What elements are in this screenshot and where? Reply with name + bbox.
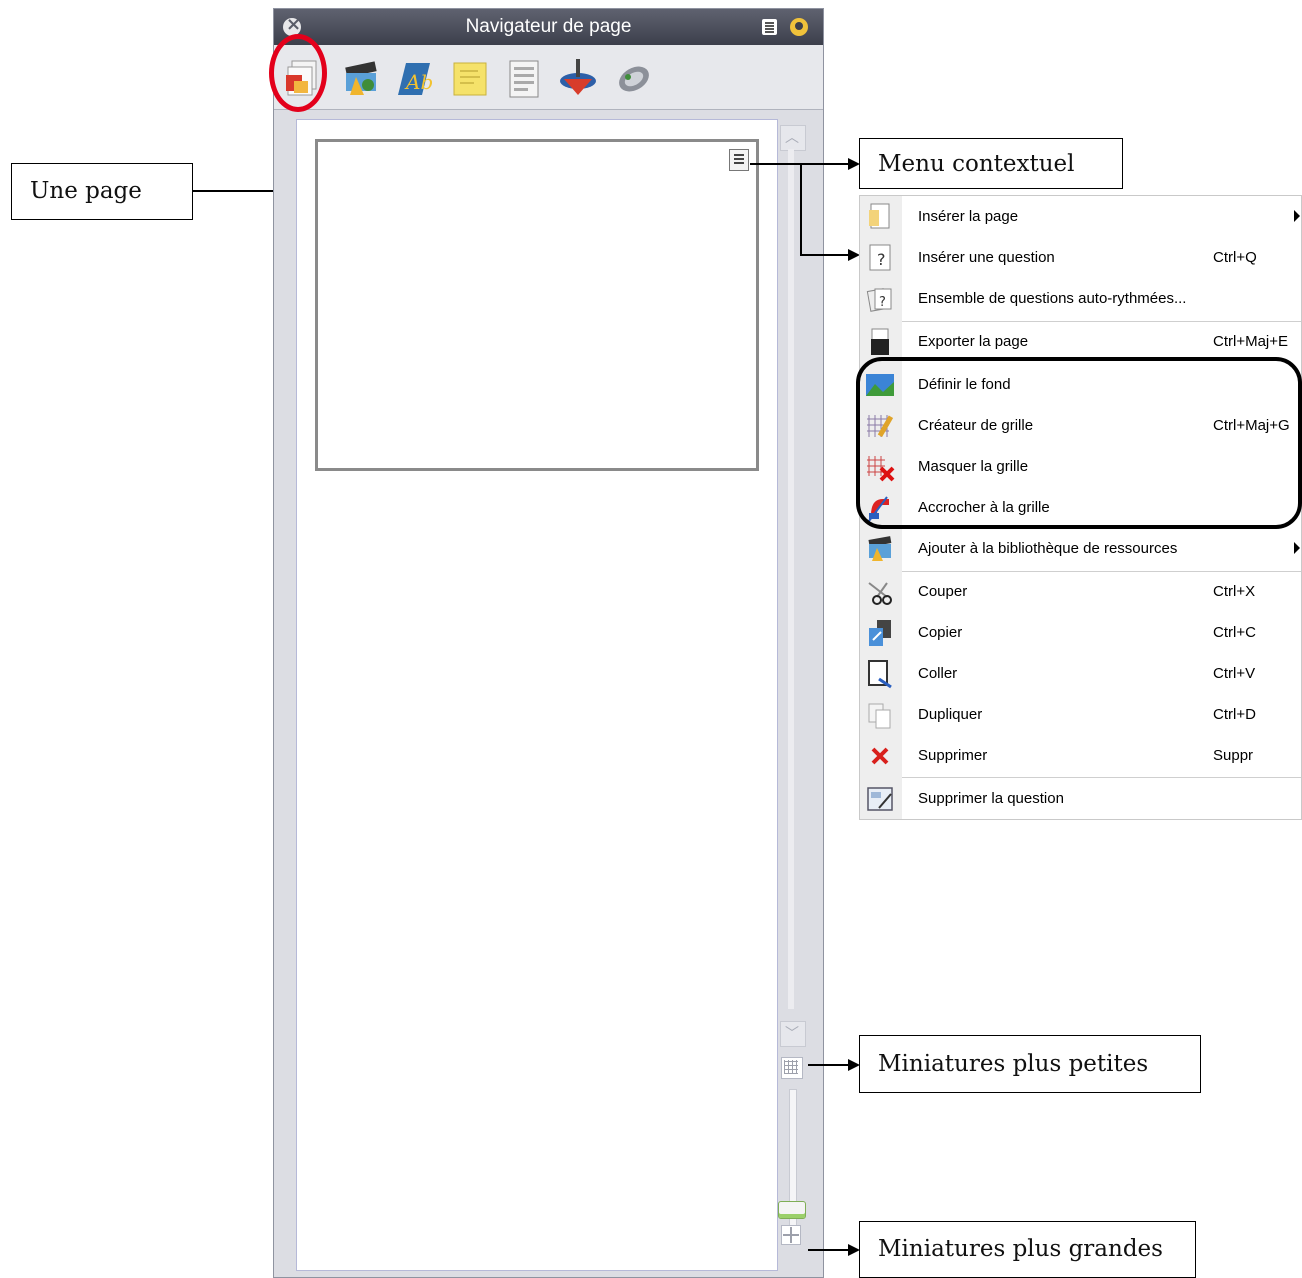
menu-item-label: Supprimer la question xyxy=(918,790,1064,807)
submenu-arrow-icon xyxy=(1294,542,1300,554)
menu-item-label: Couper xyxy=(918,583,968,600)
menu-item-question-set[interactable]: ? Ensemble de questions auto-rythmées... xyxy=(860,279,1301,319)
object-browser-icon[interactable]: Ab xyxy=(392,55,436,101)
menu-item-label: Copier xyxy=(918,624,963,641)
menu-item-label: Supprimer xyxy=(918,747,988,764)
menu-item-paste[interactable]: Coller Ctrl+V xyxy=(860,654,1301,694)
scissors-icon xyxy=(868,582,892,605)
menu-item-copy[interactable]: Copier Ctrl+C xyxy=(860,613,1301,653)
thumbnail-size-slider[interactable] xyxy=(778,1049,808,1277)
menu-item-delete[interactable]: Supprimer Suppr xyxy=(860,736,1301,776)
menu-item-insert-page[interactable]: Insérer la page xyxy=(860,197,1301,237)
delete-icon xyxy=(871,747,889,765)
browser-toolbar: Ab xyxy=(274,45,823,110)
menu-item-label: Insérer la page xyxy=(918,208,1019,225)
highlight-circle xyxy=(269,34,327,112)
callout-smaller: Miniatures plus petites xyxy=(859,1035,1201,1093)
panel-title: Navigateur de page xyxy=(465,16,632,37)
submenu-arrow-icon xyxy=(1294,210,1300,222)
menu-item-shortcut: Ctrl+V xyxy=(1213,665,1256,682)
scroll-track[interactable] xyxy=(788,149,794,1009)
menu-item-duplicate[interactable]: Dupliquer Ctrl+D xyxy=(860,695,1301,735)
grid-options-highlight xyxy=(856,357,1302,529)
menu-item-delete-question[interactable]: Supprimer la question xyxy=(860,779,1301,819)
menu-item-shortcut: Ctrl+Maj+E xyxy=(1213,333,1289,350)
scroll-down-icon[interactable]: ﹀ xyxy=(780,1021,806,1047)
page-list[interactable] xyxy=(296,119,778,1271)
menu-item-export-page[interactable]: Exporter la page Ctrl+Maj+E xyxy=(860,322,1301,362)
menu-item-shortcut: Suppr xyxy=(1213,747,1254,764)
menu-item-label: Insérer une question xyxy=(918,249,1055,266)
page-menu-icon[interactable] xyxy=(729,149,749,171)
menu-item-label: Ensemble de questions auto-rythmées... xyxy=(918,290,1187,307)
menu-item-shortcut: Ctrl+C xyxy=(1213,624,1256,641)
question-set-icon: ? xyxy=(866,288,892,312)
insert-page-icon xyxy=(869,203,890,229)
connector-line xyxy=(193,190,273,192)
menu-separator xyxy=(902,777,1301,778)
callout-page: Une page xyxy=(11,163,193,220)
zoom-slider-handle[interactable] xyxy=(778,1201,806,1219)
pin-icon[interactable] xyxy=(790,18,808,36)
menu-item-cut[interactable]: Couper Ctrl+X xyxy=(860,572,1301,612)
svg-text:?: ? xyxy=(879,295,886,310)
add-library-icon xyxy=(868,536,892,561)
action-browser-icon[interactable] xyxy=(556,55,600,101)
connector-line xyxy=(808,1249,850,1251)
smaller-thumbnails-icon[interactable] xyxy=(781,1057,803,1079)
delete-question-icon xyxy=(867,787,893,811)
callout-menu: Menu contextuel xyxy=(859,138,1123,189)
arrow-head xyxy=(848,158,860,170)
menu-item-insert-question[interactable]: ? Insérer une question Ctrl+Q xyxy=(860,238,1301,278)
menu-item-shortcut: Ctrl+X xyxy=(1213,583,1256,600)
menu-item-label: Dupliquer xyxy=(918,706,983,723)
notes-icon[interactable] xyxy=(448,55,492,101)
insert-question-icon: ? xyxy=(869,244,891,271)
connector-line xyxy=(800,254,850,256)
property-browser-icon[interactable] xyxy=(502,55,546,101)
copy-icon xyxy=(869,620,891,646)
menu-item-label: Exporter la page xyxy=(918,333,1029,350)
menu-item-shortcut: Ctrl+D xyxy=(1213,706,1256,723)
panel-menu-icon[interactable] xyxy=(762,19,777,35)
scroll-up-icon[interactable]: ︿ xyxy=(780,125,806,151)
paste-icon xyxy=(868,660,892,689)
svg-text:Ab: Ab xyxy=(404,70,433,94)
page-navigator-panel: Navigateur de page Ab ︿ xyxy=(273,8,824,1278)
arrow-head xyxy=(848,1059,860,1071)
connector-line xyxy=(808,1064,850,1066)
svg-text:?: ? xyxy=(877,250,886,269)
panel-titlebar[interactable]: Navigateur de page xyxy=(274,9,823,45)
menu-item-label: Ajouter à la bibliothèque de ressources xyxy=(918,540,1178,557)
menu-item-add-library[interactable]: Ajouter à la bibliothèque de ressources xyxy=(860,529,1301,569)
menu-item-shortcut: Ctrl+Q xyxy=(1213,249,1257,266)
voting-browser-icon[interactable] xyxy=(612,55,656,101)
callout-larger: Miniatures plus grandes xyxy=(859,1221,1196,1278)
resource-library-icon[interactable] xyxy=(338,55,382,101)
export-page-icon xyxy=(871,328,889,355)
duplicate-icon xyxy=(868,703,891,729)
arrow-head xyxy=(848,1244,860,1256)
larger-thumbnails-icon[interactable] xyxy=(781,1225,801,1245)
page-thumbnail[interactable] xyxy=(315,139,759,471)
connector-line xyxy=(800,163,802,256)
menu-item-label: Coller xyxy=(918,665,958,682)
